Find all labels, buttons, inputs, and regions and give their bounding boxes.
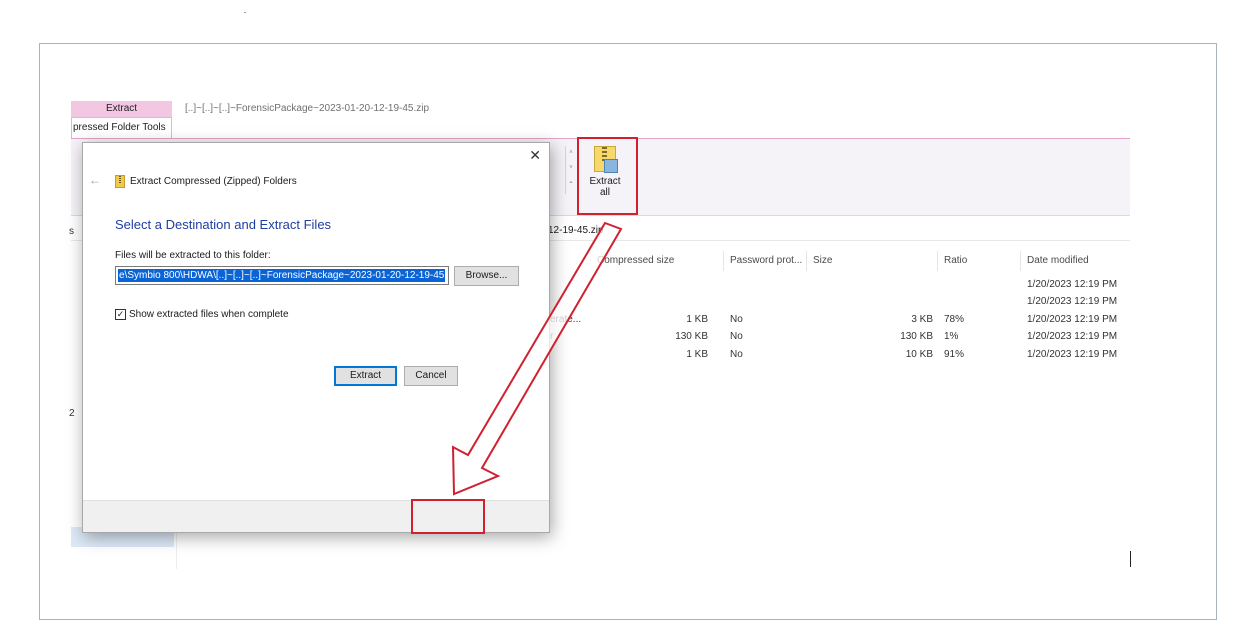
cancel-button[interactable]: Cancel: [404, 366, 458, 386]
destination-label: Files will be extracted to this folder:: [115, 250, 271, 261]
cell-date: 1/20/2023 12:19 PM: [1027, 296, 1118, 307]
column-separator: [723, 251, 724, 271]
cell-name: erate...: [550, 314, 582, 325]
gallery-scroll-down-icon[interactable]: ˅: [566, 161, 576, 176]
extract-button[interactable]: Extract: [334, 366, 397, 386]
show-files-checkbox-label[interactable]: Show extracted files when complete: [129, 309, 289, 320]
text-cursor: [1130, 551, 1131, 567]
window-title: [..]~[..]~[..]~ForensicPackage~2023-01-2…: [185, 103, 430, 114]
column-date-modified[interactable]: Date modified: [1027, 255, 1089, 266]
cell-date: 1/20/2023 12:19 PM: [1027, 314, 1118, 325]
column-separator: [937, 251, 938, 271]
gallery-scroll-up-icon[interactable]: ˄: [566, 146, 576, 161]
cell-compressed-size: 130 KB: [675, 331, 708, 342]
dialog-title: Extract Compressed (Zipped) Folders: [130, 176, 297, 187]
extract-button-highlight-box: [411, 499, 485, 534]
cell-date: 1/20/2023 12:19 PM: [1027, 331, 1118, 342]
cell-ratio: 1%: [944, 331, 959, 342]
cell-name: r: [550, 331, 554, 342]
cell-ratio: 91%: [944, 349, 965, 360]
extract-all-highlight-box: [577, 137, 638, 215]
context-tab-header: Extract: [71, 101, 172, 117]
zip-folder-icon: [115, 175, 125, 188]
column-size[interactable]: Size: [813, 255, 832, 266]
close-icon[interactable]: ✕: [529, 147, 541, 164]
stray-dot: [244, 12, 246, 13]
column-separator: [590, 251, 591, 271]
cell-date: 1/20/2023 12:19 PM: [1027, 279, 1118, 290]
destination-path-input[interactable]: e\Symbio 800\HDWA\[..]~[..]~[..]~Forensi…: [115, 266, 449, 285]
destination-path-value: e\Symbio 800\HDWA\[..]~[..]~[..]~Forensi…: [118, 269, 446, 282]
cell-size: 3 KB: [911, 314, 933, 325]
column-password-protected[interactable]: Password prot...: [730, 255, 802, 266]
column-separator: [1020, 251, 1021, 271]
cell-date: 1/20/2023 12:19 PM: [1027, 349, 1118, 360]
back-arrow-icon[interactable]: ←: [89, 173, 101, 187]
nav-fragment-1: s: [69, 226, 74, 237]
browse-button[interactable]: Browse...: [454, 266, 519, 286]
tab-compressed-folder-tools[interactable]: pressed Folder Tools: [71, 117, 172, 138]
address-path[interactable]: 12-19-45.zip: [548, 225, 604, 236]
cell-password: No: [730, 331, 743, 342]
cell-password: No: [730, 349, 743, 360]
cell-size: 10 KB: [905, 349, 933, 360]
cell-compressed-size: 1 KB: [686, 349, 708, 360]
cell-size: 130 KB: [900, 331, 933, 342]
cell-ratio: 78%: [944, 314, 965, 325]
column-ratio[interactable]: Ratio: [944, 255, 967, 266]
column-separator: [806, 251, 807, 271]
dialog-heading: Select a Destination and Extract Files: [115, 217, 332, 232]
nav-fragment-2: 2: [69, 408, 75, 419]
show-files-checkbox[interactable]: ✓: [115, 309, 126, 320]
column-compressed-size[interactable]: Compressed size: [597, 255, 674, 266]
extract-dialog: ✕ ← Extract Compressed (Zipped) Folders …: [82, 142, 550, 533]
cell-password: No: [730, 314, 743, 325]
gallery-more-icon[interactable]: ⩡: [566, 176, 576, 191]
nav-pane-divider: [176, 527, 177, 569]
ribbon-gallery-scroller[interactable]: ˄ ˅ ⩡: [565, 146, 576, 194]
cell-compressed-size: 1 KB: [686, 314, 708, 325]
